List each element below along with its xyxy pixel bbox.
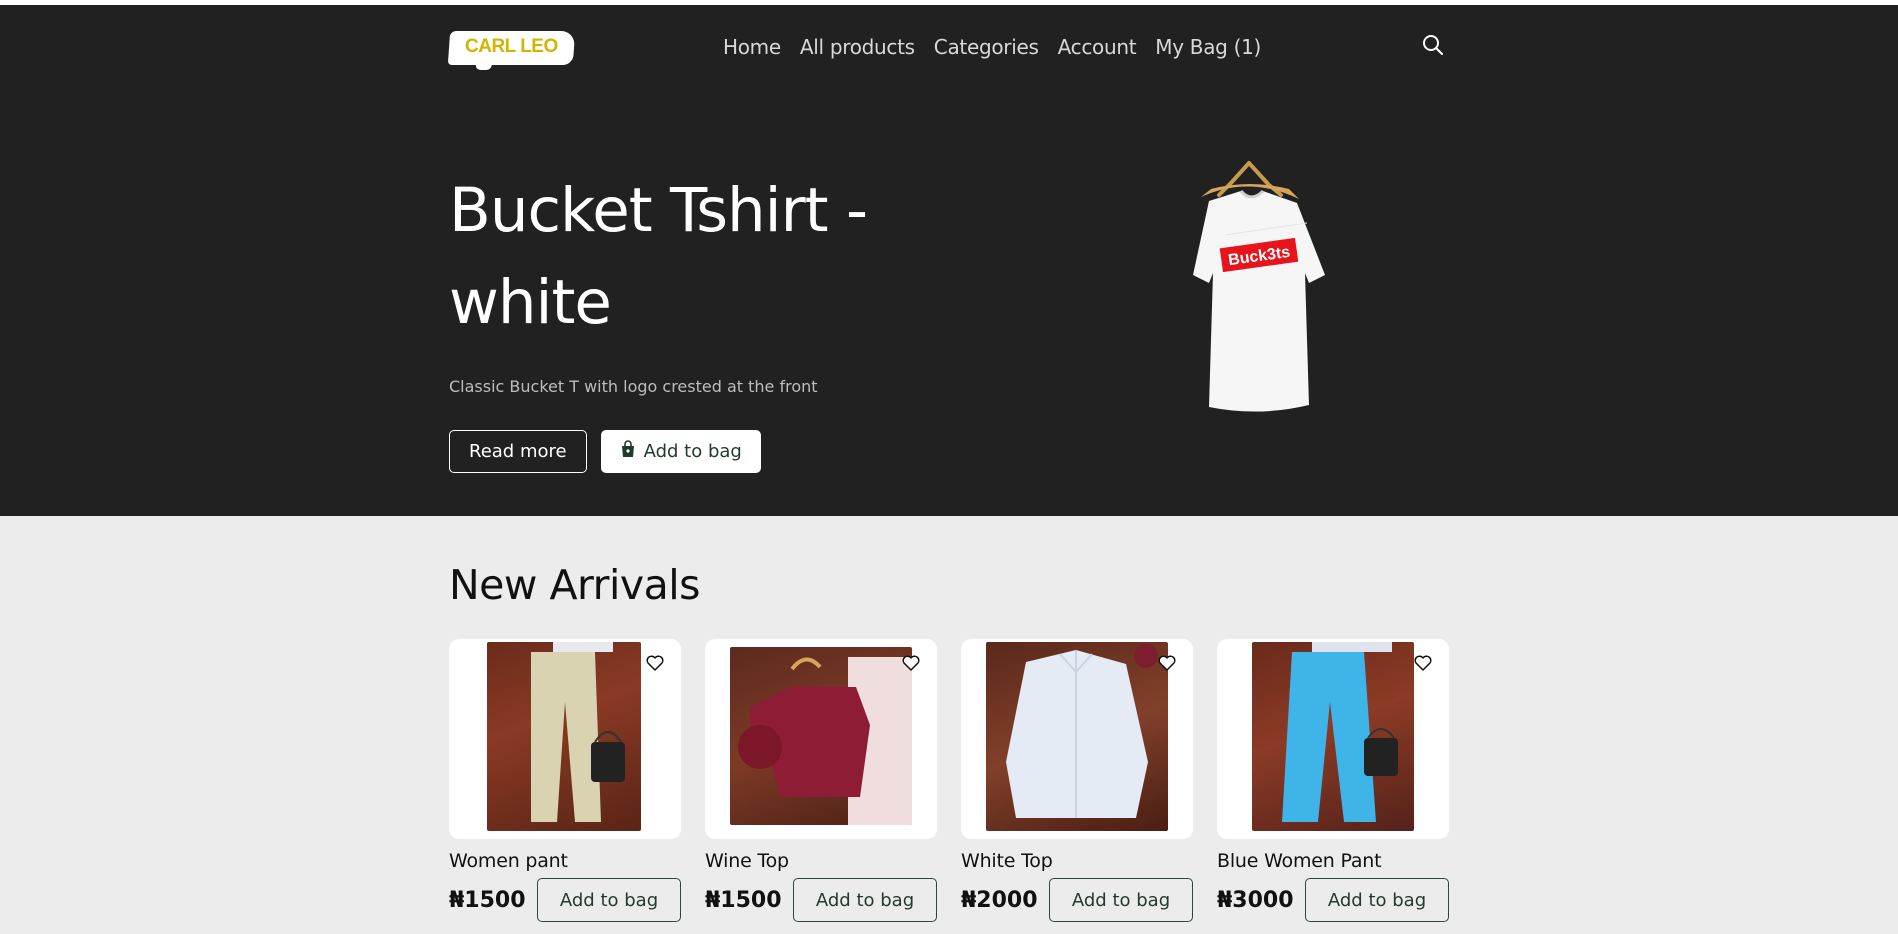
heart-icon[interactable] <box>1413 653 1433 673</box>
hero-title: Bucket Tshirt - white <box>449 165 969 349</box>
product-photo-women-pant <box>487 642 641 831</box>
heart-icon[interactable] <box>901 653 921 673</box>
hero-buttons: Read more Add to bag <box>449 430 969 473</box>
product-image-frame[interactable] <box>1217 639 1449 839</box>
add-to-bag-button[interactable]: Add to bag <box>1305 878 1449 922</box>
brand-logo[interactable]: CARL LEO <box>447 31 576 65</box>
add-to-bag-button[interactable]: Add to bag <box>537 878 681 922</box>
product-price: ₦3000 <box>1217 887 1294 913</box>
nav-menu: Home All products Categories Account My … <box>723 35 1261 59</box>
read-more-label: Read more <box>469 441 567 462</box>
product-card: Blue Women Pant ₦3000 Add to bag <box>1217 639 1449 922</box>
add-to-bag-button[interactable]: Add to bag <box>793 878 937 922</box>
main-nav: CARL LEO Home All products Categories Ac… <box>447 5 1449 85</box>
hero-add-to-bag-label: Add to bag <box>643 441 742 462</box>
product-footer: ₦3000 Add to bag <box>1217 878 1449 922</box>
product-name[interactable]: Wine Top <box>705 850 937 872</box>
hero-section: CARL LEO Home All products Categories Ac… <box>0 5 1898 516</box>
add-to-bag-button[interactable]: Add to bag <box>1049 878 1193 922</box>
product-card: Women pant ₦1500 Add to bag <box>449 639 681 922</box>
nav-home[interactable]: Home <box>723 35 781 59</box>
product-image-frame[interactable] <box>961 639 1193 839</box>
product-photo-wine-top <box>730 647 912 825</box>
new-arrivals-heading: New Arrivals <box>449 561 701 609</box>
product-price: ₦1500 <box>705 887 782 913</box>
product-card: White Top ₦2000 Add to bag <box>961 639 1193 922</box>
heart-icon[interactable] <box>1157 653 1177 673</box>
hero-description: Classic Bucket T with logo crested at th… <box>449 377 818 396</box>
product-image-frame[interactable] <box>449 639 681 839</box>
product-image-frame[interactable] <box>705 639 937 839</box>
product-price: ₦1500 <box>449 887 526 913</box>
product-grid: Women pant ₦1500 Add to bag Wine Top ₦15… <box>449 639 1449 922</box>
product-price: ₦2000 <box>961 887 1038 913</box>
nav-account[interactable]: Account <box>1058 35 1137 59</box>
hero-title-line2: white <box>449 267 612 338</box>
nav-my-bag[interactable]: My Bag (1) <box>1155 35 1261 59</box>
hero-text: Bucket Tshirt - white Classic Bucket T w… <box>449 165 969 473</box>
new-arrivals-section: New Arrivals Women pant ₦1500 Add to bag <box>449 516 1449 922</box>
product-photo-blue-pant <box>1252 642 1414 831</box>
product-name[interactable]: Blue Women Pant <box>1217 850 1449 872</box>
product-footer: ₦1500 Add to bag <box>449 878 681 922</box>
hero-product-image: Buck3ts <box>1159 155 1339 415</box>
search-icon[interactable] <box>1421 33 1445 57</box>
read-more-button[interactable]: Read more <box>449 430 587 473</box>
shopping-bag-icon <box>620 440 636 463</box>
product-name[interactable]: Women pant <box>449 850 681 872</box>
nav-categories[interactable]: Categories <box>934 35 1039 59</box>
nav-all-products[interactable]: All products <box>800 35 915 59</box>
product-footer: ₦1500 Add to bag <box>705 878 937 922</box>
hero-add-to-bag-button[interactable]: Add to bag <box>600 430 761 473</box>
product-name[interactable]: White Top <box>961 850 1193 872</box>
heart-icon[interactable] <box>645 653 665 673</box>
product-card: Wine Top ₦1500 Add to bag <box>705 639 937 922</box>
logo-text: CARL LEO <box>465 36 558 57</box>
hero-title-line1: Bucket Tshirt - <box>449 175 868 246</box>
product-photo-white-top <box>986 642 1168 831</box>
product-footer: ₦2000 Add to bag <box>961 878 1193 922</box>
